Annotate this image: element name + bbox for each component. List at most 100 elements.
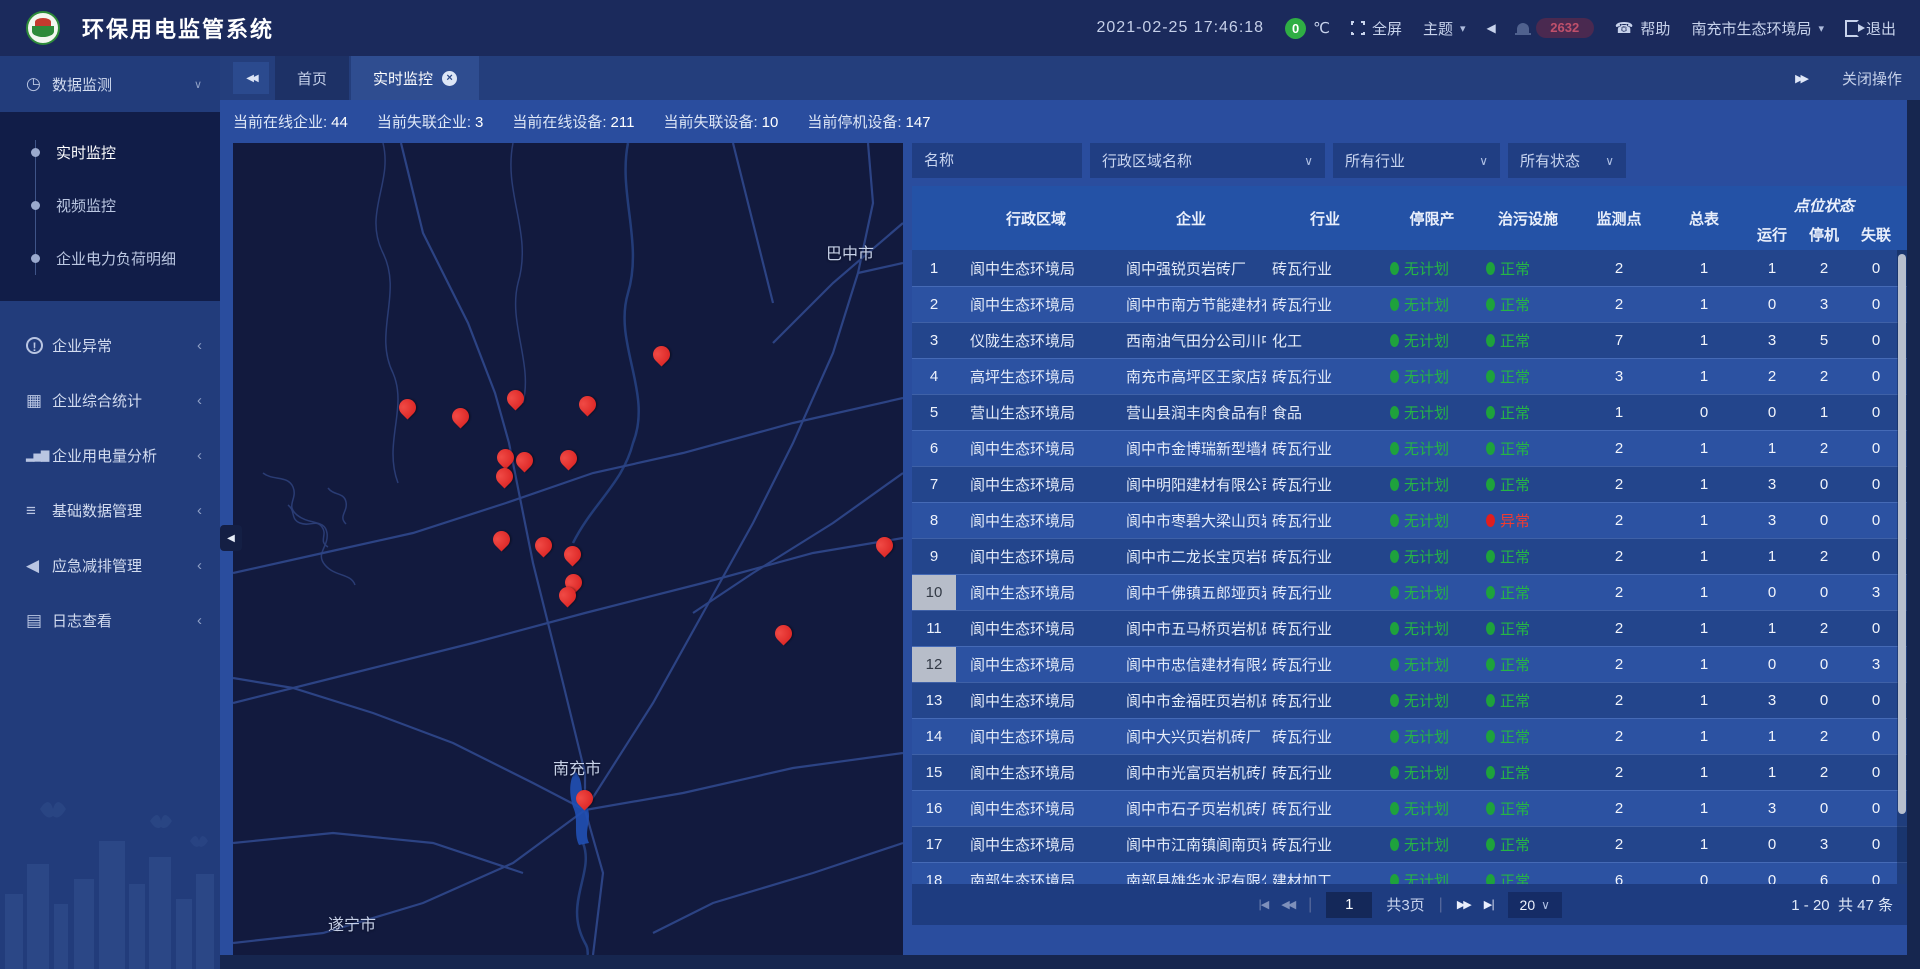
- map-panel[interactable]: 巴中市南充市遂宁市: [233, 143, 903, 955]
- company-cell: 阆中市江南镇阆南页岩: [1116, 827, 1266, 862]
- table-row[interactable]: 8阆中生态环境局阆中市枣碧大梁山页岩砖瓦行业无计划异常21300: [912, 502, 1907, 538]
- meter-count-cell: 1: [1662, 539, 1746, 574]
- page-size-select[interactable]: 20 ∨: [1508, 892, 1562, 918]
- table-scrollbar[interactable]: [1897, 250, 1907, 884]
- app-header: 环保用电监管系统 2021-02-25 17:46:18 0 ℃ 全屏 主题 ▾…: [0, 0, 1920, 56]
- filter-bar: 行政区域名称 ∨ 所有行业 ∨ 所有状态 ∨: [912, 143, 1634, 178]
- status-dot-icon: [1486, 838, 1495, 851]
- fullscreen-button[interactable]: 全屏: [1351, 18, 1402, 39]
- sidebar-item-5[interactable]: ◀应急减排管理‹: [0, 538, 220, 593]
- map-collapse-button[interactable]: ◀: [220, 525, 242, 551]
- table-row[interactable]: 5营山生态环境局营山县润丰肉食品有限食品无计划正常10010: [912, 394, 1907, 430]
- org-dropdown[interactable]: 南充市生态环境局 ▾: [1691, 18, 1824, 39]
- status-dot-icon: [1390, 406, 1399, 419]
- table-row[interactable]: 4高坪生态环境局南充市高坪区王家店建砖瓦行业无计划正常31220: [912, 358, 1907, 394]
- prev-page-button[interactable]: ◀◀: [1281, 898, 1294, 911]
- notification-area[interactable]: 2632: [1517, 18, 1594, 38]
- col-header-company: 企业: [1116, 186, 1266, 250]
- stop-status-cell: 无计划: [1384, 359, 1480, 394]
- status-dot-icon: [1390, 874, 1399, 884]
- halt-count-cell: 2: [1798, 755, 1850, 790]
- monitor-count-cell: 2: [1576, 503, 1662, 538]
- monitor-count-cell: 2: [1576, 611, 1662, 646]
- status-dot-icon: [1390, 838, 1399, 851]
- region-cell: 阆中生态环境局: [956, 287, 1116, 322]
- table-row[interactable]: 13阆中生态环境局阆中市金福旺页岩机砖砖瓦行业无计划正常21300: [912, 682, 1907, 718]
- stat-item: 当前在线设备:211: [512, 111, 634, 132]
- table-row[interactable]: 7阆中生态环境局阆中明阳建材有限公司砖瓦行业无计划正常21300: [912, 466, 1907, 502]
- first-page-button[interactable]: ∣◀: [1257, 898, 1267, 911]
- status-dot-icon: [1390, 334, 1399, 347]
- theme-dropdown[interactable]: 主题 ▾: [1423, 18, 1466, 39]
- halt-count-cell: 0: [1798, 791, 1850, 826]
- table-row[interactable]: 6阆中生态环境局阆中市金博瑞新型墙材砖瓦行业无计划正常21120: [912, 430, 1907, 466]
- stop-status-cell: 无计划: [1384, 611, 1480, 646]
- last-page-button[interactable]: ▶∣: [1484, 898, 1494, 911]
- row-index-cell: 6: [912, 431, 956, 466]
- logout-button[interactable]: 退出: [1845, 18, 1896, 39]
- table-row[interactable]: 17阆中生态环境局阆中市江南镇阆南页岩砖瓦行业无计划正常21030: [912, 826, 1907, 862]
- halt-count-cell: 3: [1798, 287, 1850, 322]
- city-skyline-watermark: [0, 779, 220, 969]
- industry-select[interactable]: 所有行业 ∨: [1333, 143, 1500, 178]
- lost-count-cell: 0: [1850, 395, 1902, 430]
- row-index-cell: 16: [912, 791, 956, 826]
- close-operations-button[interactable]: 关闭操作: [1842, 68, 1902, 89]
- sidebar-item-4[interactable]: ≡基础数据管理‹: [0, 483, 220, 538]
- tab-home[interactable]: 首页: [275, 56, 349, 100]
- status-select[interactable]: 所有状态 ∨: [1508, 143, 1626, 178]
- temperature-indicator: 0 ℃: [1285, 18, 1330, 39]
- halt-count-cell: 0: [1798, 575, 1850, 610]
- status-dot-icon: [1390, 442, 1399, 455]
- run-count-cell: 0: [1746, 827, 1798, 862]
- table-row[interactable]: 10阆中生态环境局阆中千佛镇五郎垭页岩砖瓦行业无计划正常21003: [912, 574, 1907, 610]
- halt-count-cell: 3: [1798, 827, 1850, 862]
- sidebar-subitem-0-2[interactable]: 企业电力负荷明细: [0, 232, 220, 285]
- row-index-cell: 11: [912, 611, 956, 646]
- emergency-reduction-icon: ◀: [26, 556, 50, 576]
- table-row[interactable]: 18南部生态环境局南部县雄华水泥有限公建材加工无计划正常60060: [912, 862, 1907, 884]
- table-row[interactable]: 1阆中生态环境局阆中强锐页岩砖厂砖瓦行业无计划正常21120: [912, 250, 1907, 286]
- sidebar-item-0[interactable]: ◷数据监测∨: [0, 56, 220, 112]
- table-row[interactable]: 15阆中生态环境局阆中市光富页岩机砖厂砖瓦行业无计划正常21120: [912, 754, 1907, 790]
- status-dot-icon: [1486, 622, 1495, 635]
- industry-cell: 砖瓦行业: [1266, 827, 1384, 862]
- mute-button[interactable]: ◀: [1487, 21, 1496, 35]
- sidebar-subitem-0-0[interactable]: 实时监控: [0, 126, 220, 179]
- enterprise-alert-icon: !: [26, 337, 43, 354]
- right-frame-strip: [1907, 56, 1920, 969]
- scrollbar-thumb[interactable]: [1898, 254, 1906, 814]
- status-dot-icon: [1486, 586, 1495, 599]
- table-row[interactable]: 11阆中生态环境局阆中市五马桥页岩机砖砖瓦行业无计划正常21120: [912, 610, 1907, 646]
- tab-realtime-monitor[interactable]: 实时监控 ×: [351, 56, 479, 100]
- col-header-meter: 总表: [1662, 186, 1746, 250]
- table-row[interactable]: 12阆中生态环境局阆中市忠信建材有限公砖瓦行业无计划正常21003: [912, 646, 1907, 682]
- table-row[interactable]: 16阆中生态环境局阆中市石子页岩机砖厂砖瓦行业无计划正常21300: [912, 790, 1907, 826]
- tabs-scroll-left-button[interactable]: ◀◀: [233, 62, 269, 94]
- table-row[interactable]: 14阆中生态环境局阆中大兴页岩机砖厂砖瓦行业无计划正常21120: [912, 718, 1907, 754]
- fullscreen-icon: [1351, 21, 1365, 35]
- table-header: 行政区域 企业 行业 停限产 治污设施 监测点 总表 点位状态 运行 停机 失联: [912, 186, 1907, 250]
- meter-count-cell: 1: [1662, 611, 1746, 646]
- region-select[interactable]: 行政区域名称 ∨: [1090, 143, 1325, 178]
- meter-count-cell: 1: [1662, 431, 1746, 466]
- sidebar-item-1[interactable]: !企业异常‹: [0, 317, 220, 373]
- sidebar-subitem-0-1[interactable]: 视频监控: [0, 179, 220, 232]
- industry-cell: 砖瓦行业: [1266, 467, 1384, 502]
- table-row[interactable]: 9阆中生态环境局阆中市二龙长宝页岩砖砖瓦行业无计划正常21120: [912, 538, 1907, 574]
- table-row[interactable]: 3仪陇生态环境局西南油气田分公司川中化工无计划正常71350: [912, 322, 1907, 358]
- run-count-cell: 1: [1746, 719, 1798, 754]
- name-search-input[interactable]: [912, 143, 1082, 178]
- sidebar-item-6[interactable]: ▤日志查看‹: [0, 593, 220, 648]
- sidebar-item-3[interactable]: ▂▅▇企业用电量分析‹: [0, 428, 220, 483]
- close-tab-icon[interactable]: ×: [442, 71, 457, 86]
- next-page-button[interactable]: ▶▶: [1457, 898, 1470, 911]
- table-row[interactable]: 2阆中生态环境局阆中市南方节能建材有砖瓦行业无计划正常21030: [912, 286, 1907, 322]
- tabs-scroll-right-button[interactable]: ▶▶: [1795, 72, 1806, 85]
- status-dot-icon: [1390, 514, 1399, 527]
- pagination-bar: ∣◀ ◀◀ | 1 共3页 | ▶▶ ▶∣ 20 ∨ 1 - 20 共 47 条: [912, 884, 1907, 925]
- halt-count-cell: 5: [1798, 323, 1850, 358]
- help-button[interactable]: ☎ 帮助: [1615, 18, 1671, 39]
- page-number-input[interactable]: 1: [1326, 892, 1372, 918]
- sidebar-item-2[interactable]: ▦企业综合统计‹: [0, 373, 220, 428]
